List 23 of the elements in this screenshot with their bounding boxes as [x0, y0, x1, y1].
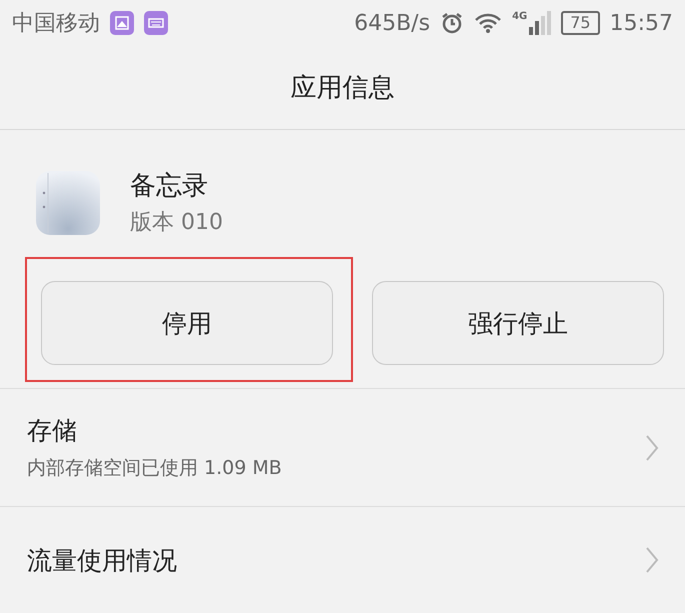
alarm-icon [440, 11, 464, 36]
row-subtitle: 内部存储空间已使用 1.09 MB [27, 456, 283, 482]
app-version: 版本 010 [130, 209, 223, 238]
keyboard-notification-icon [144, 11, 168, 36]
page-title: 应用信息 [290, 72, 394, 106]
settings-row[interactable]: 流量使用情况 [0, 506, 685, 613]
signal-icon [529, 11, 552, 36]
carrier-name: 中国移动 [12, 10, 100, 38]
action-button[interactable]: 强行停止 [372, 281, 664, 366]
chevron-icon [645, 546, 659, 574]
network-type: 4G [512, 11, 528, 22]
clock-time: 15:57 [610, 10, 673, 36]
battery-level: 75 [561, 11, 600, 36]
row-title: 流量使用情况 [27, 544, 178, 577]
wifi-icon [474, 12, 502, 34]
network-speed: 645B/s [354, 10, 430, 36]
row-title: 存储 [27, 415, 78, 448]
image-notification-icon [110, 11, 134, 36]
action-button[interactable]: 停用 [41, 281, 333, 366]
notes-app-icon [36, 170, 100, 235]
chevron-icon [645, 434, 659, 462]
settings-row[interactable]: 存储 内部存储空间已使用 1.09 MB [0, 388, 685, 506]
app-name: 备忘录 [130, 170, 209, 204]
